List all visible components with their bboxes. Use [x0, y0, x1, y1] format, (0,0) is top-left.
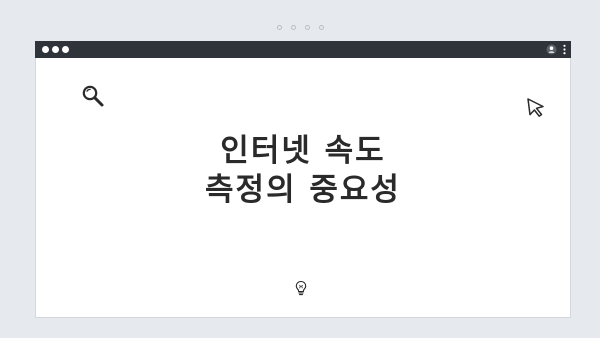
more-menu-icon[interactable] [563, 44, 566, 55]
account-icon[interactable] [546, 44, 557, 55]
slide-title-line-1: 인터넷 속도 [220, 133, 386, 169]
window-controls [42, 46, 69, 53]
maximize-window-button[interactable] [62, 46, 69, 53]
slide-title-line-2: 측정의 중요성 [205, 172, 401, 208]
cursor-icon [527, 98, 544, 117]
pagination-dot[interactable] [276, 25, 282, 30]
window-titlebar [35, 41, 571, 58]
search-icon [82, 85, 104, 107]
close-window-button[interactable] [42, 46, 49, 53]
minimize-window-button[interactable] [52, 46, 59, 53]
slide-title: 인터넷 속도 측정의 중요성 [36, 132, 570, 210]
lightbulb-icon [295, 280, 307, 296]
pagination-dot[interactable] [318, 25, 324, 30]
pagination-dots [0, 25, 600, 30]
pagination-dot[interactable] [290, 25, 296, 30]
page-background: 인터넷 속도 측정의 중요성 [0, 0, 600, 338]
pagination-dot[interactable] [304, 25, 310, 30]
browser-window: 인터넷 속도 측정의 중요성 [35, 41, 571, 318]
